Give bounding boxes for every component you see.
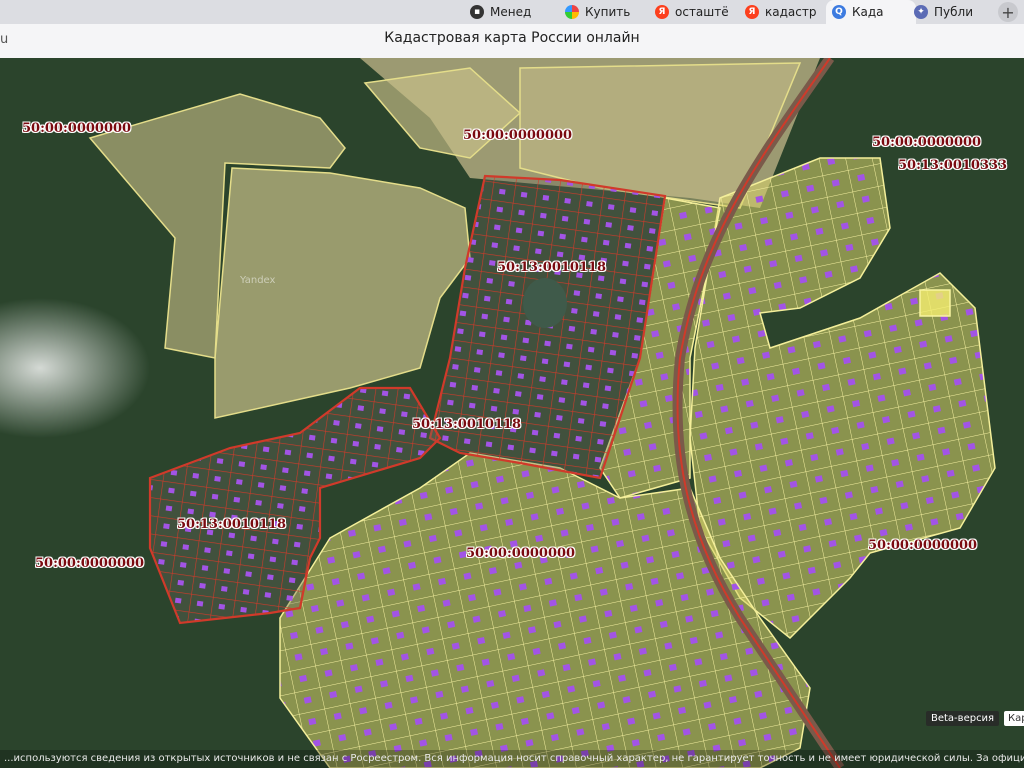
- tab-label: Публи: [934, 5, 973, 19]
- tab-kupit[interactable]: Купить: [565, 0, 645, 24]
- map-watermark: Yandex: [239, 275, 276, 286]
- tab-label: Менед: [490, 5, 532, 19]
- yandex-icon: Я: [745, 5, 759, 19]
- colorful-flower-icon: [565, 5, 579, 19]
- tab-label: Купить: [585, 5, 631, 19]
- cadastral-label[interactable]: 50:00:0000000: [463, 128, 572, 143]
- cadastral-label[interactable]: 50:13:0010118: [412, 417, 521, 432]
- tab-ostashevo[interactable]: Я осташтё: [655, 0, 737, 24]
- cadastral-label[interactable]: 50:13:0010118: [497, 260, 606, 275]
- tab-label: осташтё: [675, 5, 729, 19]
- page-title: Кадастровая карта России онлайн: [384, 30, 640, 46]
- map-control-button[interactable]: Кар: [1004, 711, 1024, 726]
- puzzle-icon: ✦: [914, 5, 928, 19]
- tab-menedzher[interactable]: ▪ Менед: [470, 0, 550, 24]
- browser-tab-bar: ▪ Менед Купить Я осташтё Я кадастр Q Кад…: [0, 0, 1024, 24]
- yandex-icon: Я: [655, 5, 669, 19]
- search-icon: Q: [832, 5, 846, 19]
- cadastral-label[interactable]: 50:00:0000000: [22, 121, 131, 136]
- map-canvas[interactable]: Yandex: [0, 58, 1024, 768]
- cadastral-map[interactable]: Yandex 50:00:0000000 50:00:0000000 50:00…: [0, 58, 1024, 768]
- tab-kadastr[interactable]: Я кадастр: [745, 0, 825, 24]
- tab-label: кадастр: [765, 5, 817, 19]
- cadastral-label[interactable]: 50:00:0000000: [35, 556, 144, 571]
- tab-publichnaya[interactable]: ✦ Публи: [914, 0, 986, 24]
- address-bar[interactable]: u Кадастровая карта России онлайн: [0, 24, 1024, 59]
- cadastral-label[interactable]: 50:13:0010118: [177, 517, 286, 532]
- highlighted-parcel[interactable]: [919, 289, 951, 317]
- cadastral-label[interactable]: 50:00:0000000: [868, 538, 977, 553]
- pond: [523, 278, 567, 328]
- tab-label: Када: [852, 5, 884, 19]
- document-icon: ▪: [470, 5, 484, 19]
- beta-badge[interactable]: Beta-версия: [926, 711, 1000, 726]
- map-disclaimer: ...используются сведения из открытых ист…: [0, 750, 1024, 768]
- cadastral-label[interactable]: 50:00:0000000: [872, 135, 981, 150]
- new-tab-button[interactable]: +: [998, 2, 1018, 22]
- cadastral-label[interactable]: 50:13:0010333: [898, 158, 1007, 173]
- tab-kadastrovaya-karta[interactable]: Q Када: [826, 0, 916, 24]
- cadastral-label[interactable]: 50:00:0000000: [466, 546, 575, 561]
